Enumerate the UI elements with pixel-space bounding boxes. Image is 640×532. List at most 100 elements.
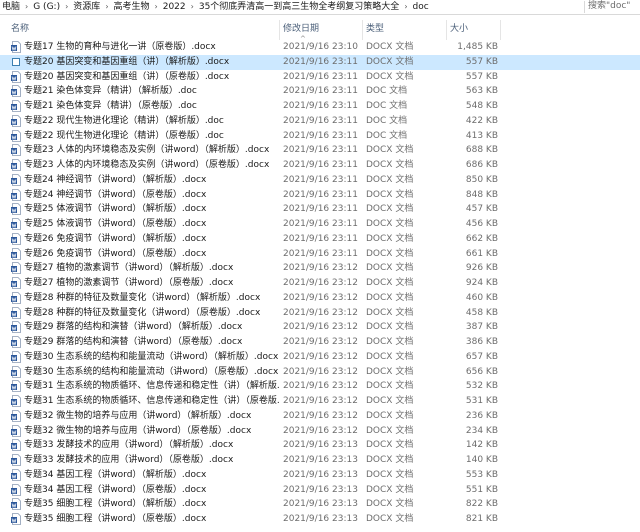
file-row[interactable]: 专题27 植物的激素调节（讲word）（解析版）.docx 2021/9/16 2… <box>0 261 640 276</box>
file-name: 专题31 生态系统的物质循环、信息传递和稳定性（讲）（解析版... <box>24 381 280 392</box>
chevron-right-icon[interactable]: › <box>22 0 31 13</box>
docx-icon <box>11 70 21 83</box>
file-type: DOCX 文档 <box>366 145 414 156</box>
file-modified-date: 2021/9/16 23:11 <box>283 115 358 126</box>
file-row[interactable]: 专题30 生态系统的结构和能量流动（讲word）（解析版）.docx 2021/9… <box>0 350 640 365</box>
docx-icon <box>11 395 21 407</box>
column-divider[interactable] <box>279 20 280 40</box>
chevron-right-icon[interactable]: › <box>401 0 410 13</box>
docx-icon <box>11 41 21 53</box>
file-modified-date: 2021/9/16 23:12 <box>283 410 358 421</box>
file-modified-date: 2021/9/16 23:10 <box>283 42 358 52</box>
column-header-name[interactable]: 名称 <box>11 18 29 40</box>
column-header-date[interactable]: 修改日期 <box>283 18 319 40</box>
chevron-right-icon[interactable]: › <box>62 0 71 13</box>
breadcrumb[interactable]: 电脑 › G (G:) › 资源库 › 高考生物 › 2022 › 35个彻底弄清高一到高三生物全考… <box>0 0 540 14</box>
docx-icon <box>11 439 21 452</box>
file-size: 557 KB <box>465 71 498 82</box>
file-row[interactable]: 专题32 微生物的培养与应用（讲word）（解析版）.docx 2021/9/16… <box>0 409 640 424</box>
column-divider[interactable] <box>500 20 501 40</box>
file-name: 专题28 种群的特征及数量变化（讲word）（解析版）.docx <box>24 292 261 303</box>
docx-icon <box>11 336 21 348</box>
file-row[interactable]: 专题35 细胞工程（讲word）（解析版）.docx 2021/9/16 23:1… <box>0 497 640 512</box>
file-size: 822 KB <box>465 499 498 510</box>
file-row[interactable]: 专题34 基因工程（讲word）（原卷版）.docx 2021/9/16 23:1… <box>0 483 640 498</box>
file-list: 专题17 生物的育种与进化一讲（原卷版）.docx 2021/9/16 23:10… <box>0 40 640 527</box>
file-row[interactable]: 专题28 种群的特征及数量变化（讲word）（解析版）.docx 2021/9/1… <box>0 291 640 306</box>
file-row[interactable]: 专题30 生态系统的结构和能量流动（讲word）（原卷版）.docx 2021/9… <box>0 365 640 380</box>
docx-icon <box>11 409 21 422</box>
file-row[interactable]: 专题32 微生物的培养与应用（讲word）（原卷版）.docx 2021/9/16… <box>0 424 640 439</box>
file-row[interactable]: 专题25 体液调节（讲word）（原卷版）.docx 2021/9/16 23:1… <box>0 217 640 232</box>
file-modified-date: 2021/9/16 23:12 <box>283 292 358 303</box>
file-row[interactable]: 专题26 免疫调节（讲word）（原卷版）.docx 2021/9/16 23:1… <box>0 247 640 262</box>
docx-icon <box>11 218 21 230</box>
file-modified-date: 2021/9/16 23:13 <box>283 484 358 495</box>
file-size: 456 KB <box>465 219 498 229</box>
file-name: 专题22 现代生物进化理论（精讲）（原卷版）.doc <box>24 130 224 141</box>
file-row[interactable]: 专题28 种群的特征及数量变化（讲word）（原卷版）.docx 2021/9/1… <box>0 306 640 321</box>
chevron-right-icon[interactable]: › <box>152 0 161 13</box>
file-row[interactable]: 专题22 现代生物进化理论（精讲）（原卷版）.doc 2021/9/16 23:1… <box>0 129 640 144</box>
column-divider[interactable] <box>362 20 363 40</box>
doc-icon <box>11 100 21 112</box>
file-row[interactable]: 专题29 群落的结构和演替（讲word）（解析版）.docx 2021/9/16 … <box>0 320 640 335</box>
breadcrumb-item[interactable]: doc <box>411 1 431 14</box>
file-size: 662 KB <box>465 233 498 244</box>
file-row[interactable]: 专题24 神经调节（讲word）（解析版）.docx 2021/9/16 23:1… <box>0 173 640 188</box>
breadcrumb-item[interactable]: 2022 <box>161 1 188 14</box>
file-size: 236 KB <box>465 410 498 421</box>
file-name: 专题27 植物的激素调节（讲word）（解析版）.docx <box>24 263 234 274</box>
file-row[interactable]: 专题23 人体的内环境稳态及实例（讲word）（原卷版）.docx 2021/9/… <box>0 158 640 173</box>
search-input[interactable]: 搜索"doc" <box>588 0 640 13</box>
breadcrumb-item[interactable]: 电脑 <box>0 1 22 14</box>
column-header-type[interactable]: 类型 <box>366 18 384 40</box>
file-row[interactable]: 专题35 细胞工程（讲word）（原卷版）.docx 2021/9/16 23:1… <box>0 512 640 527</box>
file-modified-date: 2021/9/16 23:11 <box>283 160 358 170</box>
docx-icon <box>11 262 21 275</box>
file-row[interactable]: 专题26 免疫调节（讲word）（解析版）.docx 2021/9/16 23:1… <box>0 232 640 247</box>
chevron-right-icon[interactable]: › <box>188 0 197 13</box>
breadcrumb-item[interactable]: 高考生物 <box>112 1 152 14</box>
address-divider <box>584 1 585 13</box>
file-row[interactable]: 专题20 基因突变和基因重组（讲）（原卷版）.docx 2021/9/16 23:… <box>0 70 640 85</box>
breadcrumb-item[interactable]: 35个彻底弄清高一到高三生物全考纲复习策略大全 <box>197 1 401 14</box>
file-type: DOCX 文档 <box>366 514 414 524</box>
file-row[interactable]: 专题21 染色体变异（精讲）（原卷版）.doc 2021/9/16 23:11 DO… <box>0 99 640 114</box>
breadcrumb-item[interactable]: G (G:) <box>31 1 62 14</box>
file-row[interactable]: 专题31 生态系统的物质循环、信息传递和稳定性（讲）（解析版... 2021/9/… <box>0 379 640 394</box>
file-row[interactable]: 专题21 染色体变异（精讲）（解析版）.doc 2021/9/16 23:11 DO… <box>0 84 640 99</box>
file-row[interactable]: 专题22 现代生物进化理论（精讲）（解析版）.doc 2021/9/16 23:1… <box>0 114 640 129</box>
file-row[interactable]: 专题25 体液调节（讲word）（解析版）.docx 2021/9/16 23:1… <box>0 202 640 217</box>
breadcrumb-item[interactable]: 资源库 <box>71 1 102 14</box>
file-row[interactable]: 专题20 基因突变和基因重组（讲）（解析版）.docx 2021/9/16 23:… <box>0 54 640 70</box>
file-row[interactable]: 专题27 植物的激素调节（讲word）（原卷版）.docx 2021/9/16 2… <box>0 276 640 291</box>
column-header-size[interactable]: 大小 <box>450 18 468 40</box>
file-row[interactable]: 专题23 人体的内环境稳态及实例（讲word）（解析版）.docx 2021/9/… <box>0 143 640 158</box>
file-type: DOCX 文档 <box>366 440 414 451</box>
chevron-right-icon[interactable]: › <box>102 0 111 13</box>
file-row[interactable]: 专题24 神经调节（讲word）（原卷版）.docx 2021/9/16 23:1… <box>0 188 640 203</box>
file-type: DOC 文档 <box>366 86 408 97</box>
file-size: 848 KB <box>465 189 498 200</box>
docx-icon <box>11 306 21 319</box>
address-bar[interactable]: 电脑 › G (G:) › 资源库 › 高考生物 › 2022 › 35个彻底弄清高一到高三生物全考… <box>0 0 640 15</box>
file-row[interactable]: 专题17 生物的育种与进化一讲（原卷版）.docx 2021/9/16 23:10… <box>0 40 640 55</box>
file-row[interactable]: 专题33 发酵技术的应用（讲word）（原卷版）.docx 2021/9/16 2… <box>0 453 640 468</box>
file-size: 532 KB <box>465 381 498 392</box>
file-modified-date: 2021/9/16 23:11 <box>283 189 358 200</box>
file-type: DOCX 文档 <box>366 484 414 495</box>
doc-icon <box>11 129 21 142</box>
file-row[interactable]: 专题33 发酵技术的应用（讲word）（解析版）.docx 2021/9/16 2… <box>0 438 640 453</box>
column-divider[interactable] <box>446 20 447 40</box>
file-row[interactable]: 专题29 群落的结构和演替（讲word）（原卷版）.docx 2021/9/16 … <box>0 335 640 350</box>
file-size: 531 KB <box>465 396 498 406</box>
doc-icon <box>11 85 21 98</box>
file-size: 413 KB <box>465 130 498 141</box>
row-checkbox[interactable] <box>12 57 20 66</box>
file-row[interactable]: 专题31 生态系统的物质循环、信息传递和稳定性（讲）（原卷版... 2021/9/… <box>0 394 640 409</box>
file-type: DOCX 文档 <box>366 56 414 67</box>
file-row[interactable]: 专题34 基因工程（讲word）（解析版）.docx 2021/9/16 23:1… <box>0 468 640 483</box>
file-type: DOCX 文档 <box>366 278 414 288</box>
file-name: 专题35 细胞工程（讲word）（原卷版）.docx <box>24 514 207 524</box>
